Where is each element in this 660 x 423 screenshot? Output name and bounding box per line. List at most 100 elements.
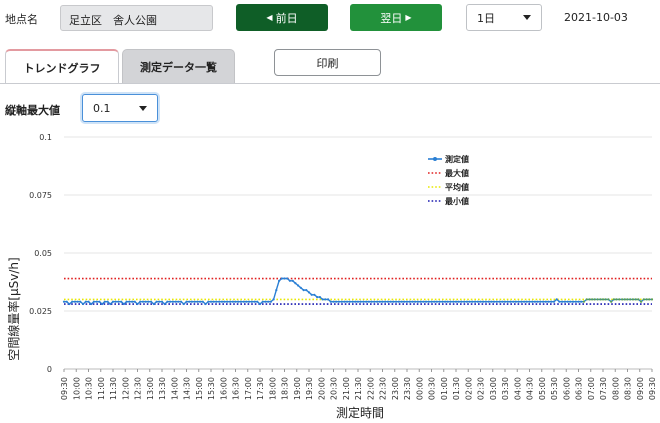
data-point [264, 300, 267, 303]
data-point [294, 282, 297, 285]
data-point [536, 300, 539, 303]
data-point [650, 298, 654, 301]
x-tick-label: 08:00 [611, 377, 620, 400]
data-point [642, 298, 645, 301]
data-point [111, 300, 115, 303]
data-point [174, 300, 177, 303]
location-label: 地点名 [5, 13, 38, 26]
data-point [615, 298, 618, 301]
ymax-select[interactable]: 0.1 [82, 94, 158, 122]
data-point [509, 300, 512, 303]
reference-lines [64, 277, 652, 305]
data-point [220, 300, 223, 303]
data-point [539, 300, 542, 303]
data-point [471, 300, 474, 303]
data-point [302, 289, 305, 292]
data-point [438, 300, 441, 303]
data-point [95, 300, 98, 303]
data-point [623, 298, 626, 301]
data-point [109, 302, 112, 306]
prev-day-button[interactable]: ◀ 前日 [236, 4, 328, 31]
data-point [607, 298, 610, 301]
data-point [479, 300, 482, 303]
data-point [169, 300, 172, 303]
next-day-button[interactable]: 翌日 ▶ [350, 4, 442, 31]
chevron-down-icon [139, 105, 147, 111]
data-point [87, 300, 90, 303]
tab-data-list[interactable]: 測定データ一覧 [122, 49, 235, 83]
data-point [343, 300, 346, 303]
location-field[interactable]: 足立区 舎人公園 [60, 5, 213, 31]
data-point [367, 300, 370, 303]
x-tick-label: 17:30 [256, 377, 265, 400]
data-point [98, 300, 101, 303]
legend-label: 測定値 [445, 154, 469, 164]
data-point [291, 279, 294, 282]
data-point [297, 284, 300, 287]
data-point [136, 302, 139, 306]
data-point [577, 300, 580, 303]
x-tick-label: 10:00 [72, 377, 81, 400]
next-day-label: 翌日 [380, 11, 403, 25]
data-point [155, 300, 158, 303]
data-point [460, 300, 463, 303]
data-point [517, 300, 520, 303]
data-point [566, 300, 569, 303]
data-point [520, 300, 523, 303]
data-point [76, 300, 79, 303]
tab-trend-graph[interactable]: トレンドグラフ [5, 49, 119, 84]
data-point [487, 300, 490, 303]
data-point [144, 300, 147, 303]
data-point [248, 300, 251, 303]
period-select[interactable]: 1日 [466, 4, 542, 31]
data-point [503, 300, 507, 303]
x-tick-label: 15:30 [207, 377, 216, 400]
data-point [648, 298, 651, 301]
x-tick-label: 16:30 [232, 377, 241, 400]
data-point [204, 302, 207, 306]
x-axis-label: 測定時間 [336, 405, 384, 420]
x-tick-label: 00:00 [415, 377, 424, 400]
data-point [131, 300, 134, 303]
legend-label: 最大値 [445, 168, 469, 178]
data-point [237, 300, 240, 303]
x-tick-label: 23:00 [391, 377, 400, 400]
data-point [229, 300, 232, 303]
y-axis-label: 空間線量率[μSv/h] [6, 257, 21, 360]
data-point [397, 300, 400, 303]
x-tick-label: 19:00 [293, 377, 302, 400]
data-point [150, 300, 153, 303]
data-point [275, 289, 278, 292]
x-tick-label: 20:30 [330, 377, 339, 400]
data-point [591, 298, 594, 301]
print-button[interactable]: 印刷 [274, 49, 381, 76]
data-point [318, 296, 321, 299]
data-point [446, 300, 449, 303]
data-point [340, 300, 343, 303]
data-point [348, 300, 351, 303]
data-point [588, 298, 591, 301]
data-point [634, 298, 637, 301]
data-point [79, 300, 82, 303]
legend-marker [433, 157, 437, 161]
data-point [465, 300, 468, 303]
data-point [272, 298, 275, 301]
data-point [351, 300, 354, 303]
data-point [231, 300, 234, 303]
x-tick-label: 19:30 [305, 377, 314, 400]
data-point [68, 302, 71, 306]
data-point [185, 300, 188, 303]
data-point [444, 300, 447, 303]
data-point [73, 300, 76, 303]
data-point [580, 300, 583, 303]
data-point [574, 300, 577, 303]
data-point [171, 300, 174, 303]
data-point [533, 300, 537, 303]
data-point [414, 300, 417, 303]
data-point [90, 302, 93, 306]
y-tick-label: 0 [47, 365, 52, 374]
data-point [209, 300, 213, 303]
legend-label: 最小値 [445, 196, 469, 206]
data-point [408, 300, 411, 303]
x-tick-label: 07:30 [599, 377, 608, 400]
